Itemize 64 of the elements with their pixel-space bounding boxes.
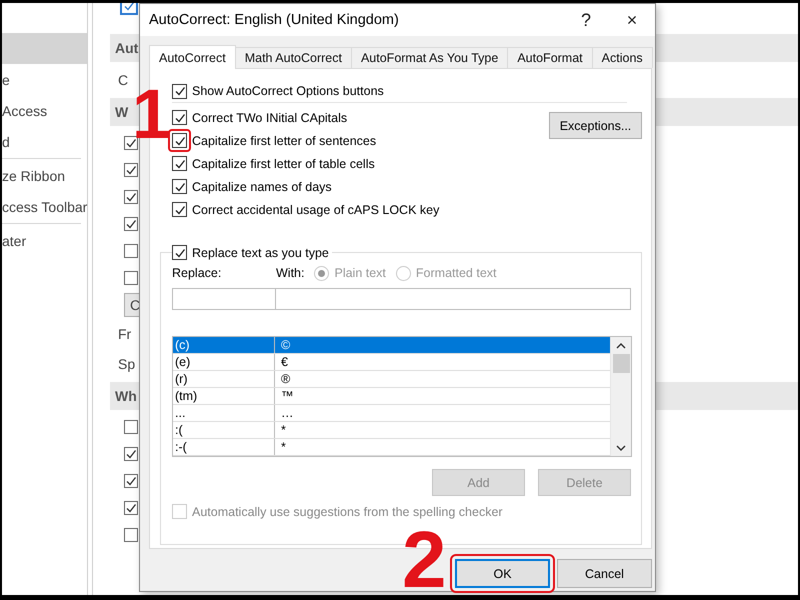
list-row[interactable]: :-( * (173, 439, 610, 456)
option-label: Capitalize first letter of sentences (192, 134, 376, 148)
checkbox[interactable] (124, 446, 138, 460)
ok-button[interactable]: OK (455, 559, 550, 588)
section-title: Aut (115, 40, 138, 56)
tab[interactable]: Actions (592, 47, 653, 68)
with-field[interactable] (275, 288, 631, 310)
sidebar-item[interactable]: ater (2, 225, 87, 256)
option-label: Correct accidental usage of cAPS LOCK key (192, 202, 440, 216)
checkbox[interactable] (172, 245, 187, 260)
tab[interactable]: AutoFormat As You Type (350, 47, 508, 68)
window-title: AutoCorrect: English (United Kingdom) (149, 12, 400, 28)
step-number: 1 (132, 79, 169, 149)
step-number: 2 (402, 520, 446, 595)
option-label: Capitalize first letter of table cells (192, 156, 375, 170)
checkbox[interactable] (172, 84, 187, 98)
option-label: Fr (118, 326, 132, 342)
checkbox[interactable] (124, 216, 138, 230)
checkbox[interactable] (172, 202, 187, 217)
exceptions-button[interactable]: Exceptions... (549, 112, 642, 139)
sidebar-item[interactable]: Access (2, 95, 87, 126)
sidebar-item[interactable]: ccess Toolbar (2, 191, 87, 222)
section-title: W (115, 104, 128, 120)
tab[interactable]: AutoCorrect (149, 45, 236, 69)
list-row[interactable]: (c) © (173, 337, 610, 354)
scroll-thumb[interactable] (612, 354, 630, 373)
checkbox[interactable] (124, 474, 138, 488)
option-label: Sp (118, 356, 136, 372)
list-row[interactable]: (tm) ™ (173, 388, 610, 405)
sidebar-item[interactable]: ze Ribbon (2, 160, 87, 191)
checkbox[interactable] (124, 162, 138, 176)
checkbox[interactable] (172, 133, 187, 148)
option-label: Capitalize names of days (192, 180, 332, 194)
option-label: C (118, 72, 128, 88)
option-label: Show AutoCorrect Options buttons (192, 84, 384, 98)
checkbox[interactable] (124, 270, 138, 284)
list-row[interactable]: (r) ® (173, 371, 610, 388)
close-button[interactable]: × (609, 4, 655, 36)
checkbox[interactable] (124, 500, 138, 514)
option-label: Correct TWo INitial CApitals (192, 110, 348, 124)
checkbox[interactable] (124, 528, 138, 542)
radio-label: Plain text (334, 266, 386, 280)
list-row[interactable]: (e) € (173, 354, 610, 371)
option-label: Automatically use suggestions from the spelling checker (192, 504, 503, 518)
field-label: With: (276, 266, 304, 280)
checkbox[interactable] (124, 136, 138, 150)
section-title: Wh (115, 388, 137, 404)
list-row[interactable]: :( * (173, 422, 610, 439)
radio-label: Formatted text (416, 266, 496, 280)
checkbox[interactable] (124, 244, 138, 258)
checkbox[interactable] (124, 190, 138, 204)
scrollbar[interactable] (610, 337, 631, 456)
checkbox[interactable] (172, 110, 187, 125)
checkbox[interactable] (124, 420, 138, 434)
replace-field[interactable] (172, 288, 276, 310)
cancel-button[interactable]: Cancel (557, 559, 652, 588)
checkbox[interactable] (172, 179, 187, 194)
field-label: Replace: (172, 266, 222, 280)
help-button[interactable]: ? (563, 4, 609, 36)
sidebar-item[interactable]: d (2, 126, 87, 157)
sidebar-item[interactable]: e (2, 64, 87, 95)
checkbox[interactable] (172, 156, 187, 171)
list-row[interactable]: ... … (173, 405, 610, 422)
group-label: Replace text as you type (192, 246, 329, 260)
